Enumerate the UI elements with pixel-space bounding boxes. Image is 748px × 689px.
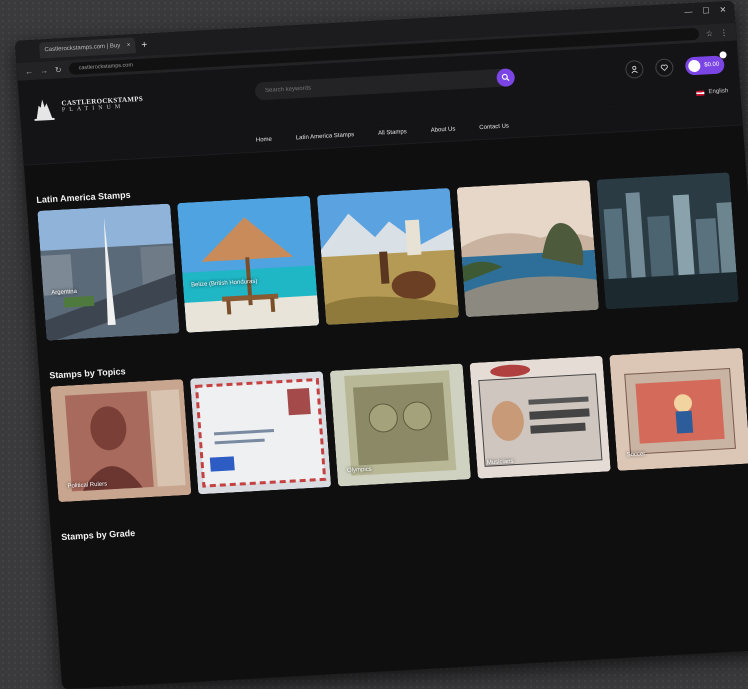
language-label: English: [708, 88, 729, 96]
obelisk-photo-icon: [37, 203, 180, 341]
country-card-5[interactable]: [596, 172, 739, 310]
topic-card-soccer[interactable]: Soccer: [609, 347, 748, 471]
bookmark-icon[interactable]: ☆: [705, 28, 713, 37]
browser-window: Castlerockstamps.com | Buy × + — ☐ ✕ ← →…: [14, 0, 748, 689]
minimize-icon[interactable]: —: [684, 7, 693, 16]
country-card-4[interactable]: [456, 180, 599, 318]
url-text: castlerockstamps.com: [78, 62, 134, 72]
cart-badge: [719, 51, 727, 59]
topic-card-olympics[interactable]: Olympics: [329, 363, 472, 487]
search-input[interactable]: [254, 74, 497, 96]
language-selector[interactable]: English: [696, 88, 728, 96]
grade-title: Stamps by Grade: [60, 527, 136, 543]
cart-amount: $0.00: [704, 61, 720, 69]
airmail-envelope-icon: [189, 371, 332, 495]
account-button[interactable]: [624, 59, 645, 79]
window-controls: — ☐ ✕: [684, 5, 726, 16]
country-card-3[interactable]: [316, 187, 460, 325]
nav-latin-america-stamps[interactable]: Latin America Stamps: [296, 132, 355, 141]
reload-icon[interactable]: ↻: [55, 65, 62, 74]
nav-about-us[interactable]: About Us: [431, 126, 456, 133]
cart-icon: [687, 59, 701, 73]
search-bar: [254, 68, 516, 101]
beach-hut-photo-icon: [177, 195, 320, 333]
search-button[interactable]: [496, 68, 516, 88]
card-label: Soccer: [626, 451, 646, 459]
back-icon[interactable]: ←: [25, 66, 34, 75]
extensions-icon[interactable]: ⋮: [720, 28, 729, 37]
user-icon: [631, 65, 638, 74]
new-tab-button[interactable]: +: [141, 39, 148, 50]
search-icon: [501, 73, 510, 82]
castle-logo-icon: [34, 99, 55, 121]
topic-card-musicians[interactable]: Musicians: [469, 355, 611, 479]
city-photo-icon: [596, 172, 739, 310]
nav-all-stamps[interactable]: All Stamps: [378, 129, 407, 137]
tab-title: Castlerockstamps.com | Buy: [44, 43, 121, 54]
forward-icon[interactable]: →: [40, 66, 49, 75]
maximize-icon[interactable]: ☐: [702, 6, 710, 15]
country-card-belize[interactable]: Belize (British Honduras): [177, 195, 320, 333]
close-tab-icon[interactable]: ×: [127, 42, 131, 48]
nav-contact-us[interactable]: Contact Us: [479, 123, 509, 131]
country-card-argentina[interactable]: Argentina: [37, 203, 180, 341]
rio-photo-icon: [456, 180, 599, 318]
close-window-icon[interactable]: ✕: [719, 5, 726, 14]
cart-button[interactable]: $0.00: [684, 51, 727, 76]
llama-photo-icon: [316, 187, 460, 325]
wishlist-button[interactable]: [654, 58, 674, 78]
site-logo[interactable]: CASTLEROCKSTAMPS PLATINUM: [31, 88, 145, 122]
topic-card-airmail[interactable]: [189, 371, 332, 495]
browser-tab[interactable]: Castlerockstamps.com | Buy ×: [38, 37, 136, 59]
nav-home[interactable]: Home: [256, 137, 272, 144]
heart-icon: [660, 64, 668, 72]
topic-card-political-rulers[interactable]: Political Rulers: [50, 379, 192, 503]
uk-flag-icon: [696, 89, 705, 96]
header-icons: $0.00: [624, 51, 727, 79]
